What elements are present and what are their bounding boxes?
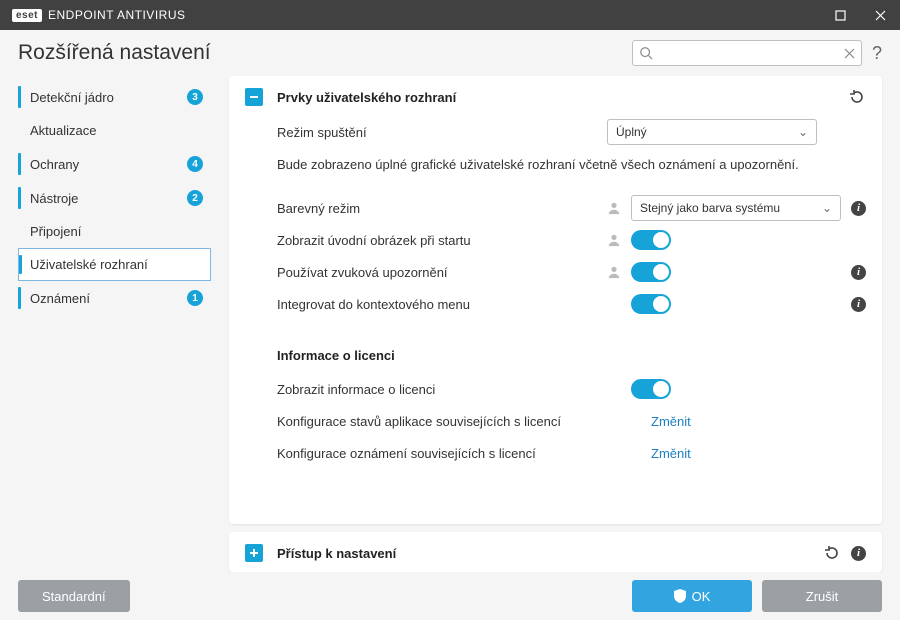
cancel-button[interactable]: Zrušit <box>762 580 882 612</box>
header: Rozšířená nastavení ? <box>0 30 900 72</box>
revert-icon <box>824 545 840 561</box>
help-button[interactable]: ? <box>872 43 882 64</box>
notif-config-label: Konfigurace oznámení souvisejících s lic… <box>277 446 627 461</box>
search-icon <box>639 46 653 60</box>
square-icon <box>835 10 846 21</box>
sidebar-item-label: Uživatelské rozhraní <box>30 257 203 272</box>
panel-title: Prvky uživatelského rozhraní <box>277 90 456 105</box>
startup-mode-description: Bude zobrazeno úplné grafické uživatelsk… <box>277 156 866 174</box>
sound-toggle[interactable] <box>631 262 671 282</box>
sidebar-item-label: Detekční jádro <box>30 90 181 105</box>
context-menu-label: Integrovat do kontextového menu <box>277 297 607 312</box>
main: Prvky uživatelského rozhraní Režim spušt… <box>229 72 882 572</box>
search-input[interactable] <box>653 46 844 60</box>
sidebar-item-label: Oznámení <box>30 291 181 306</box>
search-box[interactable] <box>632 40 862 66</box>
revert-button[interactable] <box>848 88 866 106</box>
sidebar-item-detection-core[interactable]: Detekční jádro 3 <box>18 80 211 114</box>
footer: Standardní OK Zrušit <box>0 572 900 620</box>
sidebar-item-connection[interactable]: Připojení <box>18 215 211 248</box>
shield-icon <box>674 589 686 603</box>
sidebar-badge: 4 <box>187 156 203 172</box>
policy-icon <box>607 201 621 215</box>
sidebar-item-label: Připojení <box>30 224 203 239</box>
select-value: Stejný jako barva systému <box>640 201 822 215</box>
splash-label: Zobrazit úvodní obrázek při startu <box>277 233 607 248</box>
brand-badge: eset <box>12 9 42 22</box>
panel-access-settings: Přístup k nastavení i <box>229 532 882 572</box>
titlebar: eset ENDPOINT ANTIVIRUS <box>0 0 900 30</box>
window-maximize-button[interactable] <box>820 0 860 30</box>
sidebar-item-label: Ochrany <box>30 157 181 172</box>
sidebar-item-label: Nástroje <box>30 191 181 206</box>
panel-ui-elements: Prvky uživatelského rozhraní Režim spušt… <box>229 76 882 524</box>
startup-mode-label: Režim spuštění <box>277 125 607 140</box>
sidebar-badge: 3 <box>187 89 203 105</box>
sound-label: Používat zvuková upozornění <box>277 265 607 280</box>
show-license-toggle[interactable] <box>631 379 671 399</box>
sidebar-item-update[interactable]: Aktualizace <box>18 114 211 147</box>
color-mode-label: Barevný režim <box>277 201 607 216</box>
revert-button[interactable] <box>823 544 841 562</box>
default-button[interactable]: Standardní <box>18 580 130 612</box>
select-value: Úplný <box>616 125 798 139</box>
sidebar-badge: 2 <box>187 190 203 206</box>
change-notif-link[interactable]: Změnit <box>651 446 691 461</box>
plus-icon <box>249 548 259 558</box>
sidebar-item-label: Aktualizace <box>30 123 203 138</box>
sidebar-item-tools[interactable]: Nástroje 2 <box>18 181 211 215</box>
app-title: ENDPOINT ANTIVIRUS <box>48 8 185 22</box>
window-close-button[interactable] <box>860 0 900 30</box>
context-menu-toggle[interactable] <box>631 294 671 314</box>
page-title: Rozšířená nastavení <box>18 41 211 65</box>
info-button[interactable]: i <box>851 546 866 561</box>
app-states-label: Konfigurace stavů aplikace souvisejících… <box>277 414 627 429</box>
show-license-label: Zobrazit informace o licenci <box>277 382 607 397</box>
splash-toggle[interactable] <box>631 230 671 250</box>
ok-label: OK <box>692 589 711 604</box>
close-icon <box>875 10 886 21</box>
expand-button[interactable] <box>245 544 263 562</box>
sidebar-item-notifications[interactable]: Oznámení 1 <box>18 281 211 315</box>
chevron-down-icon: ⌄ <box>822 201 832 215</box>
sidebar-badge: 1 <box>187 290 203 306</box>
license-heading: Informace o licenci <box>277 348 866 363</box>
change-app-states-link[interactable]: Změnit <box>651 414 691 429</box>
info-button[interactable]: i <box>851 201 866 216</box>
panel-title: Přístup k nastavení <box>277 546 396 561</box>
collapse-button[interactable] <box>245 88 263 106</box>
policy-icon <box>607 265 621 279</box>
info-button[interactable]: i <box>851 265 866 280</box>
sidebar-item-protections[interactable]: Ochrany 4 <box>18 147 211 181</box>
sidebar: Detekční jádro 3 Aktualizace Ochrany 4 N… <box>18 72 211 572</box>
startup-mode-select[interactable]: Úplný ⌄ <box>607 119 817 145</box>
clear-search-icon[interactable] <box>844 48 855 59</box>
revert-icon <box>849 89 865 105</box>
color-mode-select[interactable]: Stejný jako barva systému ⌄ <box>631 195 841 221</box>
info-button[interactable]: i <box>851 297 866 312</box>
sidebar-item-user-interface[interactable]: Uživatelské rozhraní <box>18 248 211 281</box>
chevron-down-icon: ⌄ <box>798 125 808 139</box>
minus-icon <box>249 92 259 102</box>
policy-icon <box>607 233 621 247</box>
ok-button[interactable]: OK <box>632 580 752 612</box>
